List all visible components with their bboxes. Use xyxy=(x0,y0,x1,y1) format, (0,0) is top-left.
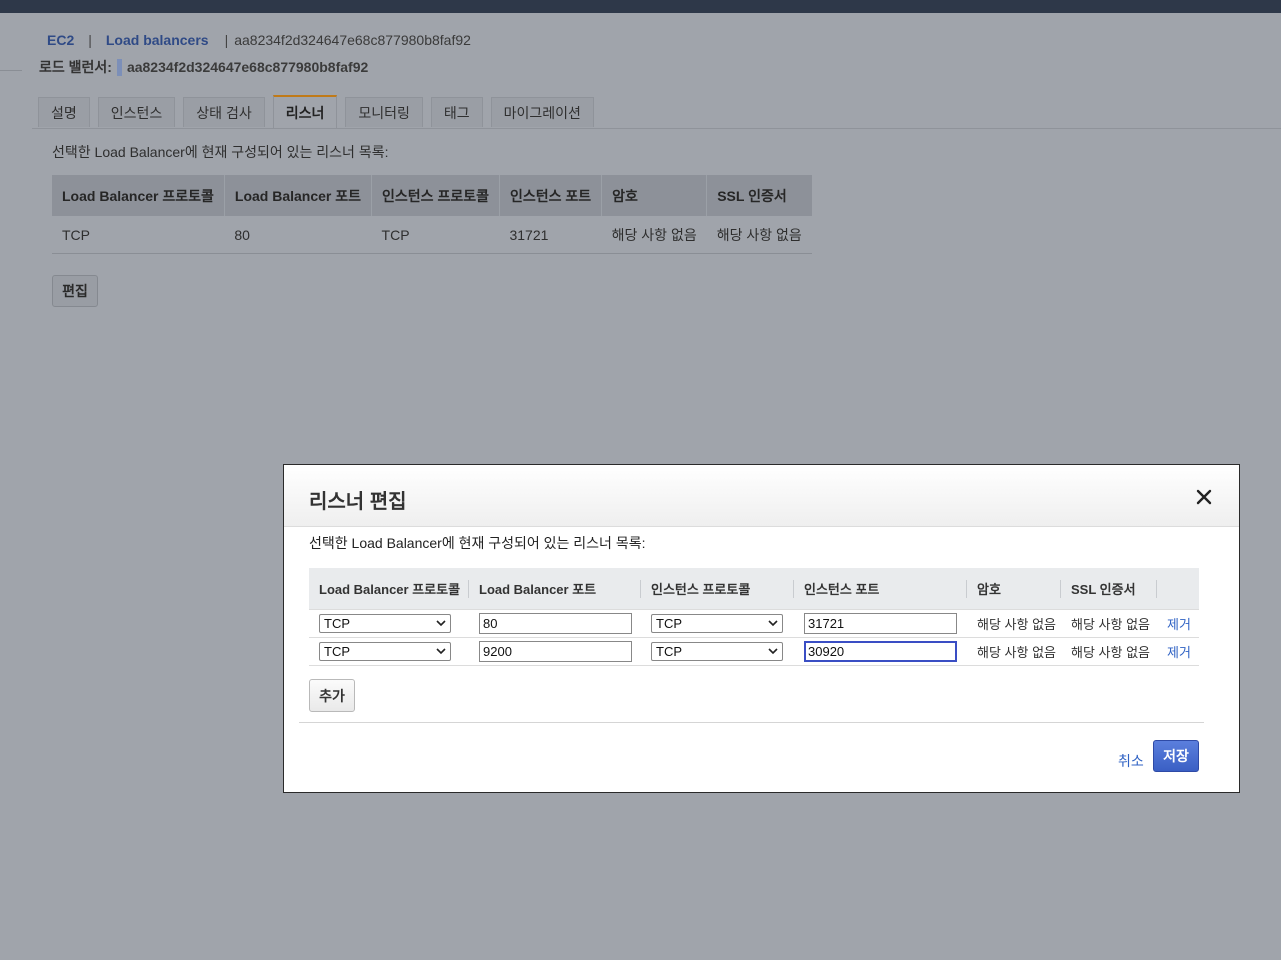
column-header: 암호 xyxy=(967,568,1061,610)
table-cell: 해당 사항 없음 xyxy=(601,216,707,254)
ssl-certificate-value: 해당 사항 없음 xyxy=(1061,637,1157,666)
table-row: TCP TCP 해당 사항 없음 해당 사항 없음 제거 xyxy=(309,637,1199,666)
breadcrumb-separator: | xyxy=(224,32,229,48)
dialog-header: 리스너 편집 xyxy=(284,465,1239,527)
lb-protocol-select[interactable]: TCP xyxy=(319,614,451,633)
chevron-down-icon xyxy=(436,620,446,627)
column-header: Load Balancer 포트 xyxy=(469,568,641,610)
lb-port-input[interactable] xyxy=(479,613,632,634)
table-cell: 80 xyxy=(224,216,372,254)
table-header-row: Load Balancer 프로토콜 Load Balancer 포트 인스턴스… xyxy=(309,568,1199,610)
tab-instances[interactable]: 인스턴스 xyxy=(97,97,176,127)
select-value: TCP xyxy=(324,644,350,659)
dialog-title: 리스너 편집 xyxy=(309,491,407,513)
close-icon[interactable] xyxy=(1192,485,1216,509)
select-value: TCP xyxy=(656,616,682,631)
instance-protocol-select[interactable]: TCP xyxy=(651,614,783,633)
cancel-link[interactable]: 취소 xyxy=(1118,751,1144,771)
column-header: Load Balancer 포트 xyxy=(224,175,373,216)
chevron-down-icon xyxy=(436,648,446,655)
column-header: 암호 xyxy=(601,175,708,216)
load-balancer-heading: 로드 밸런서: aa8234f2d324647e68c877980b8faf92 xyxy=(39,58,368,76)
table-row: TCP TCP 해당 사항 없음 해당 사항 없음 제거 xyxy=(309,609,1199,638)
column-header: 인스턴스 프로토콜 xyxy=(371,175,500,216)
cipher-value: 해당 사항 없음 xyxy=(967,609,1061,638)
table-header-row: Load Balancer 프로토콜 Load Balancer 포트 인스턴스… xyxy=(52,175,812,216)
load-balancer-name: aa8234f2d324647e68c877980b8faf92 xyxy=(126,59,369,75)
tab-monitoring[interactable]: 모니터링 xyxy=(345,97,423,127)
breadcrumb: EC2 | Load balancers | aa8234f2d324647e6… xyxy=(47,31,471,49)
table-cell: TCP xyxy=(371,216,500,254)
remove-listener-link[interactable]: 제거 xyxy=(1167,617,1191,632)
tabs-divider xyxy=(32,128,1281,129)
table-cell: 31721 xyxy=(499,216,602,254)
edit-listeners-dialog: 리스너 편집 선택한 Load Balancer에 현재 구성되어 있는 리스너… xyxy=(283,464,1240,793)
save-button[interactable]: 저장 xyxy=(1153,740,1199,772)
listeners-description: 선택한 Load Balancer에 현재 구성되어 있는 리스너 목록: xyxy=(52,144,389,160)
table-cell: TCP xyxy=(52,216,225,254)
breadcrumb-ec2-link[interactable]: EC2 xyxy=(47,32,74,48)
column-header: 인스턴스 프로토콜 xyxy=(641,568,794,610)
column-header: 인스턴스 포트 xyxy=(794,568,967,610)
divider xyxy=(0,70,22,71)
column-header: SSL 인증서 xyxy=(706,175,812,216)
status-indicator xyxy=(116,58,122,76)
add-listener-button[interactable]: 추가 xyxy=(309,679,355,712)
listeners-table: Load Balancer 프로토콜 Load Balancer 포트 인스턴스… xyxy=(52,175,812,254)
tab-tags[interactable]: 태그 xyxy=(430,97,483,127)
table-row: TCP 80 TCP 31721 해당 사항 없음 해당 사항 없음 xyxy=(52,216,812,254)
instance-port-input[interactable] xyxy=(804,613,957,634)
remove-listener-link[interactable]: 제거 xyxy=(1167,645,1191,660)
load-balancer-label: 로드 밸런서: xyxy=(39,59,112,75)
column-header: SSL 인증서 xyxy=(1061,568,1157,610)
column-header xyxy=(1157,568,1199,610)
lb-port-input[interactable] xyxy=(479,641,632,662)
edit-button[interactable]: 편집 xyxy=(52,275,98,307)
select-value: TCP xyxy=(656,644,682,659)
cipher-value: 해당 사항 없음 xyxy=(967,637,1061,666)
select-value: TCP xyxy=(324,616,350,631)
breadcrumb-load-balancers-link[interactable]: Load balancers xyxy=(106,32,209,48)
tab-migration[interactable]: 마이그레이션 xyxy=(490,97,594,127)
detail-tabs: 설명 인스턴스 상태 검사 리스너 모니터링 태그 마이그레이션 xyxy=(38,95,602,129)
table-cell: 해당 사항 없음 xyxy=(706,216,812,254)
edit-listeners-table: Load Balancer 프로토콜 Load Balancer 포트 인스턴스… xyxy=(309,568,1199,666)
instance-protocol-select[interactable]: TCP xyxy=(651,642,783,661)
column-header: 인스턴스 포트 xyxy=(499,175,603,216)
tab-health-check[interactable]: 상태 검사 xyxy=(183,97,265,127)
tab-listeners[interactable]: 리스너 xyxy=(272,95,338,128)
chevron-down-icon xyxy=(768,620,778,627)
breadcrumb-current: aa8234f2d324647e68c877980b8faf92 xyxy=(234,32,471,48)
lb-protocol-select[interactable]: TCP xyxy=(319,642,451,661)
dialog-footer-divider xyxy=(299,722,1204,723)
ssl-certificate-value: 해당 사항 없음 xyxy=(1061,609,1157,638)
console-top-bar xyxy=(0,0,1281,13)
tab-description[interactable]: 설명 xyxy=(38,97,90,127)
column-header: Load Balancer 프로토콜 xyxy=(309,568,469,610)
dialog-description: 선택한 Load Balancer에 현재 구성되어 있는 리스너 목록: xyxy=(309,535,646,551)
instance-port-input[interactable] xyxy=(804,641,957,662)
chevron-down-icon xyxy=(768,648,778,655)
breadcrumb-separator: | xyxy=(88,32,92,48)
column-header: Load Balancer 프로토콜 xyxy=(52,175,225,216)
